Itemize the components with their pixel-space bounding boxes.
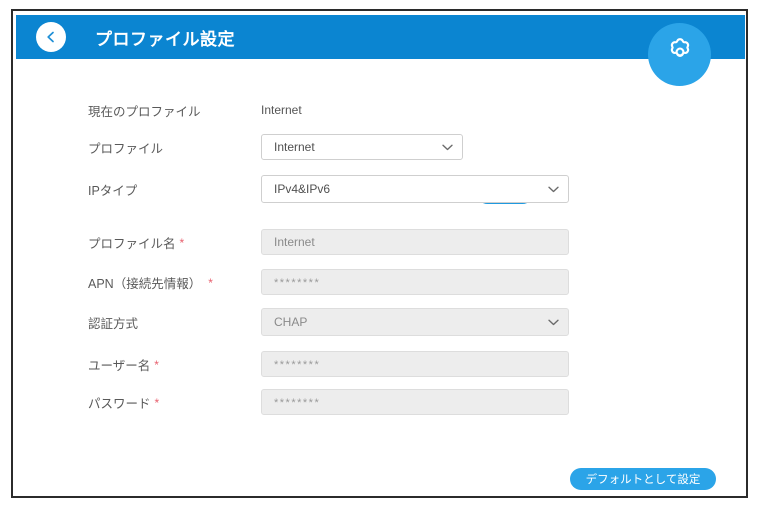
label-profile-name-text: プロファイル名 — [88, 236, 176, 251]
ip-type-select-value: IPv4&IPv6 — [274, 182, 331, 196]
form-area: 現在のプロファイル Internet プロファイル Internet 新規 IP… — [13, 59, 746, 496]
user-name-input[interactable]: ******** — [261, 351, 569, 377]
profile-select-value: Internet — [274, 140, 315, 154]
auth-type-select[interactable]: CHAP — [261, 308, 569, 336]
chevron-left-icon — [44, 30, 58, 44]
app-header: プロファイル設定 — [16, 15, 745, 59]
profile-select[interactable]: Internet — [261, 134, 463, 160]
label-profile-name: プロファイル名 * — [88, 233, 184, 252]
label-user-name: ユーザー名 * — [88, 355, 159, 374]
auth-type-select-value: CHAP — [274, 315, 308, 329]
label-password-text: パスワード — [88, 396, 151, 411]
label-current-profile: 現在のプロファイル — [88, 104, 201, 119]
row-profile-name: プロファイル名 * Internet — [13, 229, 746, 255]
label-auth-type: 認証方式 — [88, 316, 139, 331]
gear-icon — [663, 35, 697, 74]
required-marker: * — [154, 395, 160, 410]
label-profile: プロファイル — [88, 141, 164, 156]
profile-name-value: Internet — [274, 235, 315, 249]
back-button[interactable] — [36, 22, 66, 52]
row-ip-type: IPタイプ IPv4&IPv6 — [13, 175, 746, 203]
password-input[interactable]: ******** — [261, 389, 569, 415]
label-apn-text: APN（接続先情報） — [88, 276, 202, 291]
row-current-profile: 現在のプロファイル Internet — [13, 97, 746, 123]
row-user-name: ユーザー名 * ******** — [13, 351, 746, 377]
chevron-down-icon — [442, 135, 453, 159]
row-apn: APN（接続先情報） * ******** — [13, 269, 746, 295]
set-default-button[interactable]: デフォルトとして設定 — [570, 468, 716, 490]
row-auth-type: 認証方式 CHAP — [13, 308, 746, 336]
profile-name-input[interactable]: Internet — [261, 229, 569, 255]
page-title: プロファイル設定 — [95, 29, 235, 49]
required-marker: * — [154, 357, 159, 372]
password-value: ******** — [274, 397, 321, 409]
label-user-name-text: ユーザー名 — [88, 358, 151, 373]
label-password: パスワード * — [88, 393, 159, 412]
apn-input[interactable]: ******** — [261, 269, 569, 295]
required-marker: * — [179, 235, 185, 250]
chevron-down-icon — [548, 309, 559, 335]
apn-value: ******** — [274, 277, 321, 289]
label-apn: APN（接続先情報） * — [88, 273, 213, 292]
value-current-profile: Internet — [261, 103, 302, 117]
chevron-down-icon — [548, 176, 559, 202]
required-marker: * — [208, 275, 213, 290]
settings-gear-button[interactable] — [648, 23, 711, 86]
label-ip-type: IPタイプ — [88, 183, 138, 198]
device-frame: プロファイル設定 現在のプロファイル Internet プロファイル Inter… — [11, 9, 748, 498]
user-name-value: ******** — [274, 359, 321, 371]
row-password: パスワード * ******** — [13, 389, 746, 415]
row-profile: プロファイル Internet — [13, 134, 746, 160]
ip-type-select[interactable]: IPv4&IPv6 — [261, 175, 569, 203]
